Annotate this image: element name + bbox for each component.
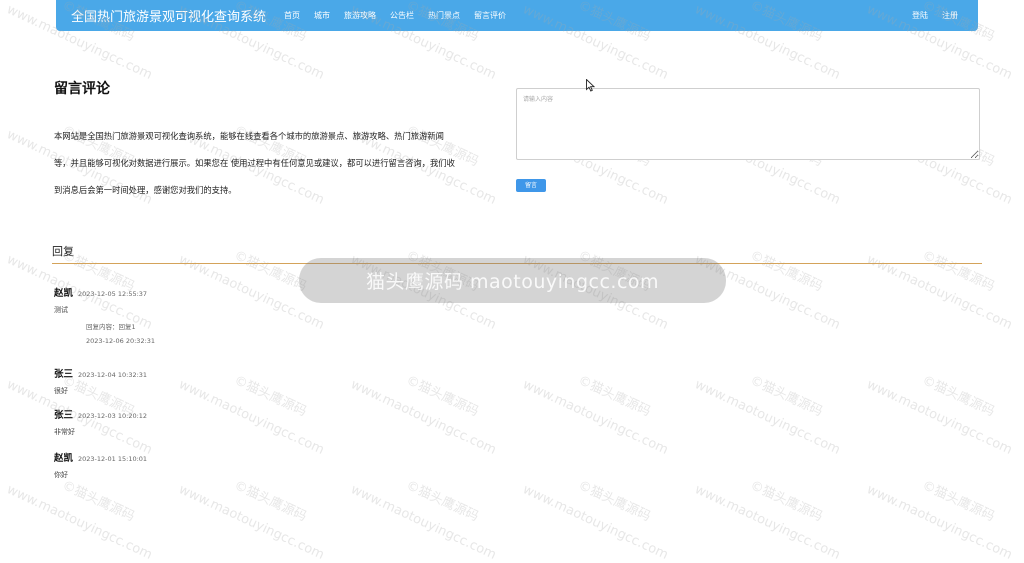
nav-travel-guide[interactable]: 旅游攻略: [344, 10, 376, 21]
reply-time: 2023-12-06 20:32:31: [86, 337, 156, 345]
page-title: 留言评论: [54, 81, 110, 97]
watermark-text: ©猫头鹰源码: [747, 478, 825, 525]
comment-author: 赵凯: [54, 453, 74, 464]
comment-content: 很好: [54, 387, 68, 395]
nav-bulletin[interactable]: 公告栏: [390, 10, 414, 21]
watermark-text: www.maotouyingcc.com: [348, 482, 499, 563]
watermark-text: www.maotouyingcc.com: [692, 377, 843, 458]
auth-links: 登陆 注册: [898, 10, 958, 21]
watermark-text: www.maotouyingcc.com: [520, 377, 671, 458]
watermark-text: ©猫头鹰源码: [575, 478, 653, 525]
nav-city[interactable]: 城市: [314, 10, 330, 21]
comment-item: 张三 2023-12-03 10:20:12 非常好: [54, 407, 147, 437]
comment-author: 张三: [54, 369, 74, 380]
comment-item: 赵凯 2023-12-05 12:55:37 测试: [54, 285, 147, 315]
watermark-text: ©猫头鹰源码: [919, 248, 997, 295]
submit-message-button[interactable]: 留言: [516, 179, 546, 192]
comment-content: 测试: [54, 306, 68, 314]
watermark-text: www.maotouyingcc.com: [864, 252, 1015, 333]
comment-time: 2023-12-05 12:55:37: [78, 290, 148, 298]
watermark-text: www.maotouyingcc.com: [176, 482, 327, 563]
watermark-text: ©猫头鹰源码: [231, 478, 309, 525]
nav-home[interactable]: 首页: [284, 10, 300, 21]
watermark-text: ©猫头鹰源码: [919, 478, 997, 525]
mouse-cursor-icon: [586, 79, 595, 92]
comment-author: 张三: [54, 410, 74, 421]
comment-item: 张三 2023-12-04 10:32:31 很好: [54, 366, 147, 396]
watermark-text: www.maotouyingcc.com: [4, 482, 155, 563]
watermark-text: www.maotouyingcc.com: [864, 482, 1015, 563]
replies-heading: 回复: [52, 245, 74, 258]
watermark-text: ©猫头鹰源码: [747, 248, 825, 295]
watermark-text: ©猫头鹰源码: [403, 373, 481, 420]
nav-hot-spots[interactable]: 热门景点: [428, 10, 460, 21]
reply-content: 回复内容：回复1: [86, 323, 136, 331]
comment-time: 2023-12-01 15:10:01: [78, 455, 148, 463]
nav-links: 首页 城市 旅游攻略 公告栏 热门景点 留言评价: [284, 10, 520, 21]
watermark-text: www.maotouyingcc.com: [176, 377, 327, 458]
comment-time: 2023-12-03 10:20:12: [78, 412, 148, 420]
watermark-text: ©猫头鹰源码: [231, 248, 309, 295]
watermark-text: www.maotouyingcc.com: [692, 482, 843, 563]
watermark-badge: 猫头鹰源码 maotouyingcc.com: [299, 258, 726, 303]
watermark-text: ©猫头鹰源码: [59, 478, 137, 525]
watermark-text: ©猫头鹰源码: [575, 373, 653, 420]
comment-item: 赵凯 2023-12-01 15:10:01 你好: [54, 450, 147, 480]
login-link[interactable]: 登陆: [912, 10, 928, 21]
nav-messages[interactable]: 留言评价: [474, 10, 506, 21]
watermark-text: www.maotouyingcc.com: [864, 377, 1015, 458]
comment-time: 2023-12-04 10:32:31: [78, 371, 148, 379]
site-brand[interactable]: 全国热门旅游景观可视化查询系统: [71, 6, 266, 25]
watermark-text: www.maotouyingcc.com: [348, 377, 499, 458]
register-link[interactable]: 注册: [942, 10, 958, 21]
watermark-text: ©猫头鹰源码: [919, 373, 997, 420]
comment-author: 赵凯: [54, 288, 74, 299]
watermark-text: ©猫头鹰源码: [403, 478, 481, 525]
comment-content: 你好: [54, 471, 68, 479]
watermark-text: www.maotouyingcc.com: [520, 482, 671, 563]
watermark-text: ©猫头鹰源码: [231, 373, 309, 420]
comment-content: 非常好: [54, 428, 75, 436]
message-input[interactable]: [516, 88, 980, 160]
watermark-text: ©猫头鹰源码: [747, 373, 825, 420]
top-navbar: 全国热门旅游景观可视化查询系统 首页 城市 旅游攻略 公告栏 热门景点 留言评价…: [56, 0, 978, 31]
intro-text: 本网站是全国热门旅游景观可视化查询系统，能够在线查看各个城市的旅游景点、旅游攻略…: [54, 131, 455, 195]
